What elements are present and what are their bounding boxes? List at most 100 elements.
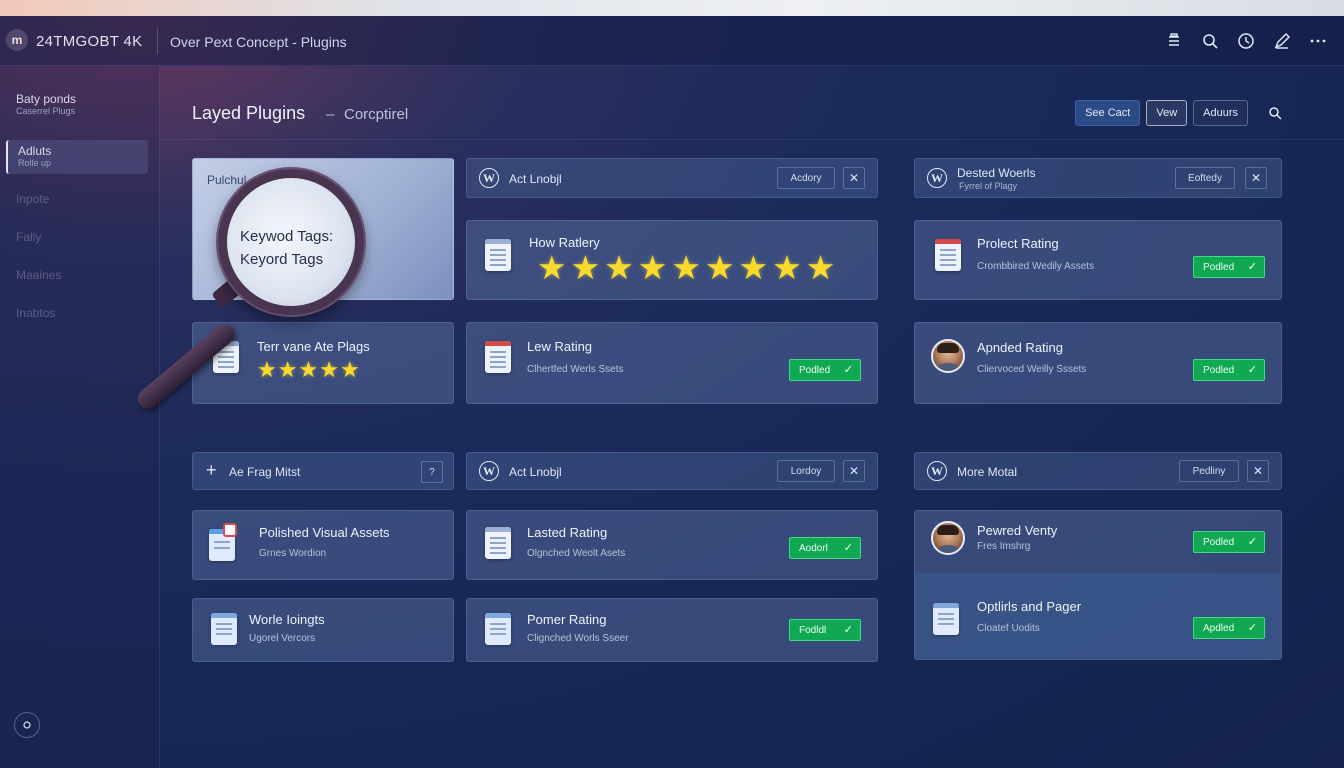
applied-badge[interactable]: Apdled ✓: [1193, 617, 1265, 639]
check-icon: ✓: [843, 542, 853, 554]
wordpress-icon: W: [927, 168, 947, 188]
sidebar-item-4[interactable]: Maaines: [6, 264, 148, 298]
check-icon: ✓: [1247, 536, 1257, 548]
status-pill[interactable]: Acdory: [777, 167, 835, 189]
page-subtitle: Corcptirel: [344, 106, 409, 123]
rating-card[interactable]: How Ratlery ★ ★ ★ ★ ★ ★ ★ ★ ★: [466, 220, 878, 300]
badge-icon: [223, 523, 237, 537]
sidebar-item-0[interactable]: Baty ponds Caserrel Plugs: [6, 88, 148, 122]
star-icon: ★: [604, 249, 634, 286]
close-button[interactable]: ✕: [843, 167, 865, 189]
list-icon[interactable]: [1162, 29, 1186, 53]
card-title: Terr vane Ate Plags: [257, 339, 370, 354]
sidebar-item-3[interactable]: Fally: [6, 226, 148, 260]
card-subtitle: Fres Imshrg: [977, 541, 1031, 552]
sidebar-item-5[interactable]: Inabtos: [6, 302, 148, 336]
close-button[interactable]: ✕: [1245, 167, 1267, 189]
card-title: Lasted Rating: [527, 525, 608, 540]
sidebar-item-2[interactable]: Inpote: [6, 188, 148, 222]
plugin-bar[interactable]: + Ae Frag Mitst ?: [192, 452, 454, 490]
card-title: Polished Visual Assets: [259, 525, 390, 540]
plugin-bar-title: More Motal: [957, 465, 1018, 479]
plugin-bar-title: Ae Frag Mitst: [229, 465, 301, 479]
sidebar: Baty ponds Caserrel Plugs Adluts Rolle u…: [0, 66, 160, 768]
card-subtitle: Crombbired Wedily Assets: [977, 261, 1095, 272]
podled-badge[interactable]: Podled ✓: [1193, 256, 1265, 278]
aduurs-button[interactable]: Aduurs: [1193, 100, 1248, 126]
card-subtitle: Grnes Wordion: [259, 548, 327, 559]
star-icon: ★: [277, 357, 298, 382]
view-button[interactable]: Vew: [1146, 100, 1188, 126]
podled-badge[interactable]: Podled ✓: [1193, 359, 1265, 381]
check-icon: ✓: [843, 624, 853, 636]
plugin-card[interactable]: Worle Ioingts Ugorel Vercors: [192, 598, 454, 662]
card-title: Prolect Rating: [977, 236, 1059, 251]
plugin-bar-title: Dested Woerls: [957, 166, 1036, 180]
close-button[interactable]: ✕: [1247, 460, 1269, 482]
podled-badge[interactable]: Podled ✓: [1193, 531, 1265, 553]
sidebar-item-sub: Rolle up: [18, 158, 52, 168]
sidebar-item-1[interactable]: Adluts Rolle up: [6, 140, 148, 174]
card-title: Apnded Rating: [977, 340, 1064, 355]
settings-icon[interactable]: [14, 712, 40, 738]
status-pill[interactable]: Eoftedy: [1175, 167, 1235, 189]
podled-badge[interactable]: Fodldl ✓: [789, 619, 861, 641]
plugin-bar[interactable]: W More Motal Pedliny ✕: [914, 452, 1282, 490]
star-icon: ★: [637, 249, 668, 286]
header-search-icon[interactable]: [1262, 100, 1288, 126]
added-badge[interactable]: Aodorl ✓: [789, 537, 861, 559]
podled-badge[interactable]: Podled ✓: [789, 359, 861, 381]
sidebar-item-label: Inabtos: [16, 306, 56, 320]
badge-label: Podled: [799, 364, 831, 376]
card-subtitle: Cliervoced Weilly Sssets: [977, 364, 1087, 375]
star-icon: ★: [570, 249, 601, 286]
rating-card[interactable]: Apnded Rating Cliervoced Weilly Sssets P…: [914, 322, 1282, 404]
card-subtitle: Olgnched Weolt Asets: [527, 548, 626, 559]
plugin-bar[interactable]: W Dested Woerls Fyrrel of Plagy Eoftedy …: [914, 158, 1282, 198]
status-pill[interactable]: Lordoy: [777, 460, 835, 482]
add-icon[interactable]: +: [206, 461, 217, 479]
star-rating: ★ ★ ★ ★ ★: [257, 359, 361, 381]
card-title: Worle Ioingts: [249, 612, 325, 627]
wordpress-icon: W: [479, 461, 499, 481]
title-divider: [157, 28, 158, 54]
sidebar-item-label: Baty ponds: [16, 92, 77, 106]
close-button[interactable]: ✕: [843, 460, 865, 482]
clock-icon[interactable]: [1234, 29, 1258, 53]
card-title: Optlirls and Pager: [977, 599, 1082, 614]
rating-card[interactable]: Lasted Rating Olgnched Weolt Asets Aodor…: [466, 510, 878, 580]
edit-icon[interactable]: [1270, 29, 1294, 53]
search-icon[interactable]: [1198, 29, 1222, 53]
card-subtitle: Cloatef Uodits: [977, 623, 1040, 634]
window-title: Over Pext Concept - Plugins: [170, 34, 347, 50]
avatar: [931, 339, 965, 373]
see-cact-button[interactable]: See Cact: [1075, 100, 1141, 126]
document-icon: [211, 613, 237, 645]
star-icon: ★: [738, 249, 769, 286]
help-pill[interactable]: ?: [421, 461, 443, 483]
calendar-document-icon: [485, 527, 511, 559]
star-icon: ★: [671, 249, 701, 286]
badge-label: Podled: [1203, 261, 1235, 273]
more-icon[interactable]: [1306, 29, 1330, 53]
star-icon: ★: [257, 357, 277, 382]
title-bar: m 24TMGOBT 4K Over Pext Concept - Plugin…: [0, 16, 1344, 66]
magnifier-text-1: Keywod Tags:: [240, 228, 334, 245]
plugin-card[interactable]: Polished Visual Assets Grnes Wordion: [192, 510, 454, 580]
rating-card[interactable]: Lew Rating Clhertfed Werls Ssets Podled ✓: [466, 322, 878, 404]
badge-label: Aodorl: [799, 542, 828, 554]
check-icon: ✓: [1247, 261, 1257, 273]
status-pill[interactable]: Pedliny: [1179, 460, 1239, 482]
plugin-panel: Pewred Venty Fres Imshrg Podled ✓ Optlirl…: [914, 510, 1282, 660]
sidebar-item-sub: Caserrel Plugs: [16, 106, 76, 116]
plugin-bar-title: Act Lnobjl: [509, 172, 562, 186]
plugin-bar[interactable]: W Act Lnobjl Acdory ✕: [466, 158, 878, 198]
card-title: Pomer Rating: [527, 612, 607, 627]
header-actions: See Cact Vew Aduurs: [1075, 100, 1248, 126]
card-title: How Ratlery: [529, 235, 600, 250]
plugin-bar[interactable]: W Act Lnobjl Lordoy ✕: [466, 452, 878, 490]
rating-card[interactable]: Prolect Rating Crombbired Wedily Assets …: [914, 220, 1282, 300]
document-icon: [933, 603, 959, 635]
rating-card[interactable]: Pomer Rating Clignched Worls Sseer Fodld…: [466, 598, 878, 662]
star-icon: ★: [704, 249, 735, 286]
